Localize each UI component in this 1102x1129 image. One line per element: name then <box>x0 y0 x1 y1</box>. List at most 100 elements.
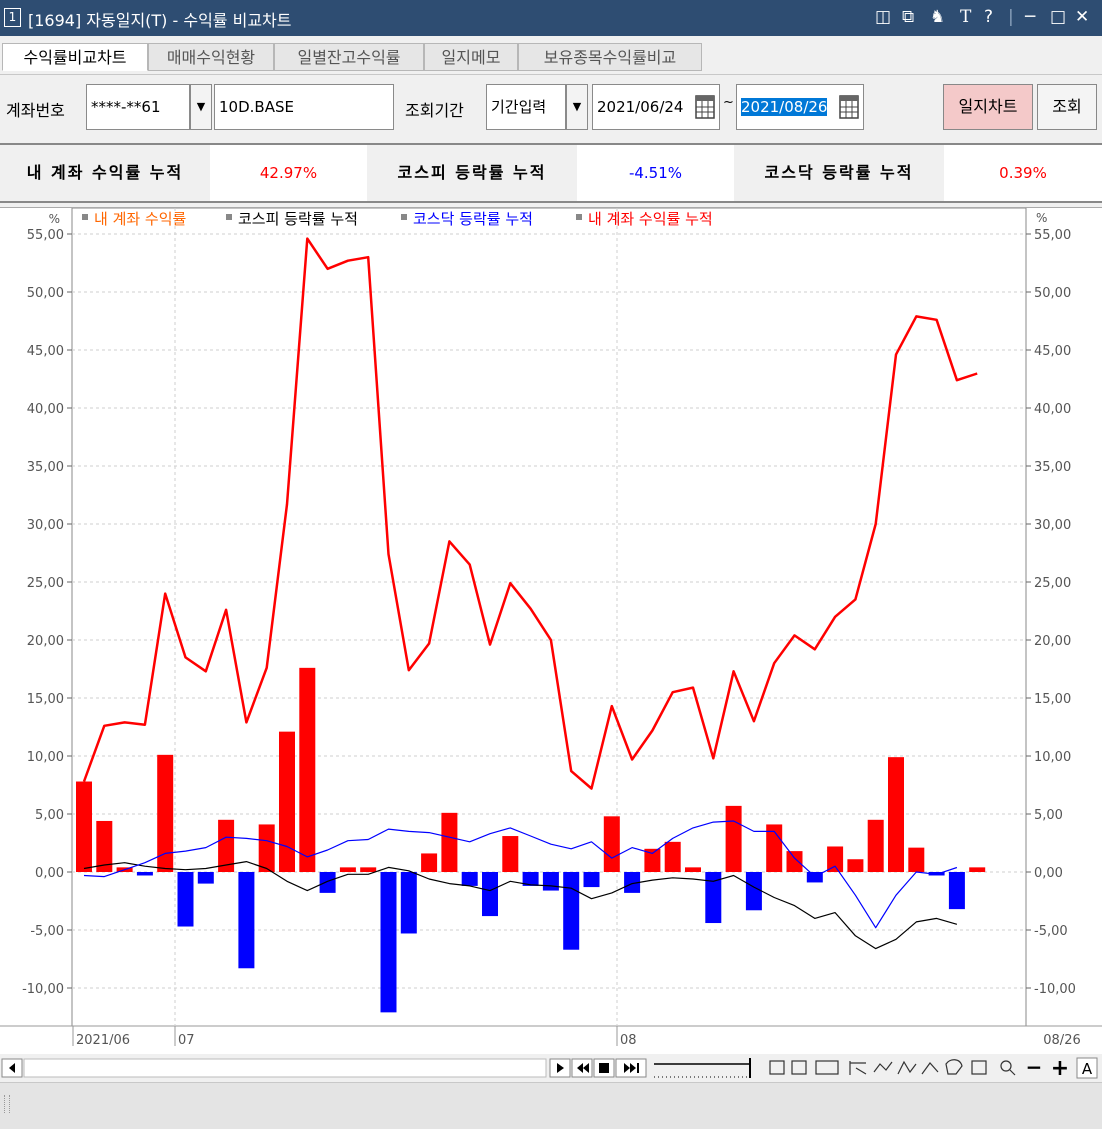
y-tick-label-left: 50,00 <box>27 286 64 301</box>
layout-icon[interactable]: ◫ <box>875 6 891 28</box>
legend-marker <box>226 214 232 220</box>
y-tick-label-right: 5,00 <box>1034 808 1063 823</box>
query-toolbar: 계좌번호 ****-**61 ▼ 10D.BASE 조회기간 기간입력 ▼ 20… <box>0 74 1102 137</box>
y-tick-label-right: 20,00 <box>1034 634 1071 649</box>
daily-return-bar <box>725 805 742 872</box>
query-button[interactable]: 조회 <box>1037 84 1097 130</box>
legend-marker <box>82 214 88 220</box>
horizontal-scrollbar[interactable] <box>23 1058 547 1078</box>
magnifier-icon[interactable] <box>1000 1060 1012 1072</box>
end-calendar-icon[interactable] <box>838 92 860 122</box>
title-separator: | <box>1008 7 1014 27</box>
line-tool-icon[interactable] <box>873 1061 893 1073</box>
daily-return-bar <box>948 872 965 910</box>
daily-return-bar <box>685 867 701 872</box>
tab-bar: 수익률비교차트 매매수익현황 일별잔고수익률 일지메모 보유종목수익률비교 <box>0 36 1102 74</box>
tab-trade-profit-status[interactable]: 매매수익현황 <box>148 43 274 71</box>
zoom-slider[interactable] <box>654 1058 751 1078</box>
y-tick-label-right: 40,00 <box>1034 402 1071 417</box>
legend-entry-1: 코스피 등락률 누적 <box>238 210 358 228</box>
y-tick-label-right: 0,00 <box>1034 866 1063 881</box>
status-bar <box>0 1082 1102 1129</box>
minimize-icon[interactable]: ─ <box>1025 6 1035 28</box>
plot-area <box>71 208 1027 1027</box>
daily-return-bar <box>177 872 194 927</box>
legend-entry-0: 내 계좌 수익률 <box>94 210 187 228</box>
zoom-in-button[interactable]: + <box>1051 1056 1069 1081</box>
tab-daily-balance-return[interactable]: 일별잔고수익률 <box>274 43 424 71</box>
pen-tool-icon[interactable] <box>921 1062 939 1075</box>
daily-return-bar <box>299 667 316 872</box>
daily-return-bar <box>238 872 255 969</box>
daily-return-bar <box>157 754 174 872</box>
window-number-badge: 1 <box>4 8 21 27</box>
y-tick-label-right: 35,00 <box>1034 460 1071 475</box>
font-size-icon[interactable]: T <box>960 6 971 28</box>
y-tick-label-left: -5,00 <box>30 924 64 939</box>
stop-icon <box>599 1063 609 1073</box>
daily-return-bar <box>847 859 864 872</box>
period-label: 조회기간 <box>405 101 464 120</box>
y-tick-label-right: -5,00 <box>1034 924 1068 939</box>
daily-return-bar <box>502 836 519 872</box>
daily-return-bar <box>664 841 681 872</box>
chart-tool-3-icon[interactable] <box>815 1060 839 1075</box>
eraser-tool-icon[interactable] <box>945 1059 963 1075</box>
daily-return-bar <box>197 872 214 884</box>
daily-return-bar <box>441 812 458 872</box>
journal-chart-button[interactable]: 일지차트 <box>943 84 1033 130</box>
daily-return-bar <box>745 872 762 911</box>
tab-return-compare-chart[interactable]: 수익률비교차트 <box>2 43 148 71</box>
maximize-icon[interactable]: □ <box>1050 6 1066 28</box>
daily-return-bar <box>969 867 986 872</box>
y-tick-label-left: 20,00 <box>27 634 64 649</box>
daily-return-bar <box>827 846 844 872</box>
copy-window-icon[interactable]: ⧉ <box>902 6 914 28</box>
period-mode-select[interactable]: 기간입력 <box>486 84 566 130</box>
kospi-cumulative-label: 코스피 등락률 누적 <box>367 145 577 201</box>
account-dropdown-button[interactable]: ▼ <box>190 84 212 130</box>
zigzag-tool-icon[interactable] <box>897 1060 917 1075</box>
account-number-field[interactable]: ****-**61 <box>86 84 190 130</box>
daily-return-bar <box>888 757 904 872</box>
x-label: 07 <box>178 1033 195 1048</box>
end-date-text: 2021/08/26 <box>741 98 828 116</box>
kosdaq-cumulative-value: 0.39% <box>999 164 1047 182</box>
zoom-out-button[interactable]: − <box>1026 1055 1043 1079</box>
grip-handle[interactable] <box>4 1095 10 1113</box>
y-tick-label-right: 55,00 <box>1034 228 1071 243</box>
start-calendar-icon[interactable] <box>694 92 716 122</box>
y-tick-label-right: 10,00 <box>1034 750 1071 765</box>
pin-icon[interactable]: ♞ <box>930 6 945 28</box>
account-name-field[interactable]: 10D.BASE <box>214 84 394 130</box>
period-mode-dropdown-button[interactable]: ▼ <box>566 84 588 130</box>
y-unit-left: % <box>49 212 60 226</box>
y-tick-label-left: 30,00 <box>27 518 64 533</box>
y-tick-label-left: -10,00 <box>22 982 64 997</box>
daily-return-bar <box>400 872 417 934</box>
text-toggle-button[interactable]: A <box>1082 1060 1093 1078</box>
chart-control-bar: − + A <box>0 1054 1102 1082</box>
daily-return-bar <box>786 851 803 872</box>
chart-tool-1-icon[interactable] <box>769 1060 785 1075</box>
y-tick-label-left: 40,00 <box>27 402 64 417</box>
close-icon[interactable]: ✕ <box>1075 6 1089 28</box>
tab-journal-memo[interactable]: 일지메모 <box>424 43 518 71</box>
daily-return-bar <box>136 872 153 876</box>
y-tick-label-left: 45,00 <box>27 344 64 359</box>
y-tick-label-left: 35,00 <box>27 460 64 475</box>
trendline-tool-icon[interactable] <box>849 1061 867 1075</box>
y-tick-label-right: 15,00 <box>1034 692 1071 707</box>
tab-holding-return-compare[interactable]: 보유종목수익률비교 <box>518 43 702 71</box>
daily-return-bar <box>380 872 397 1013</box>
legend-entry-3: 내 계좌 수익률 누적 <box>588 210 713 228</box>
daily-return-bar <box>583 872 600 888</box>
legend-entry-2: 코스닥 등락률 누적 <box>413 210 533 228</box>
save-chart-icon[interactable] <box>971 1060 987 1075</box>
return-comparison-chart[interactable]: 55,00 55,00 50,00 50,00 45,00 45,00 40,00 40,00… <box>0 207 1102 1055</box>
daily-return-bar <box>339 867 356 872</box>
y-tick-label-left: 55,00 <box>27 228 64 243</box>
y-tick-label-left: 5,00 <box>35 808 64 823</box>
help-icon[interactable]: ? <box>984 6 993 28</box>
chart-tool-2-icon[interactable] <box>791 1060 807 1075</box>
